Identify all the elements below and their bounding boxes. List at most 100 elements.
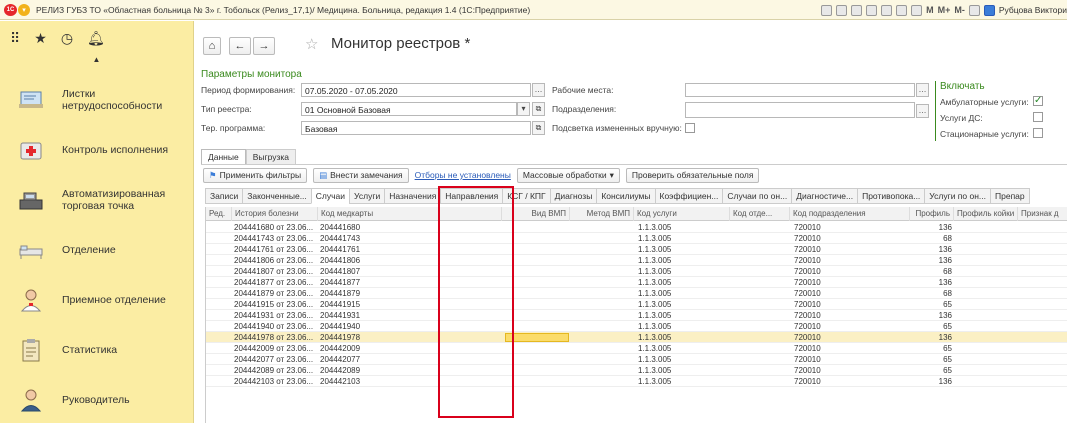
table-row[interactable]: 204441761 от 23.06... 204441761 1.1.3.005 7…: [206, 244, 1067, 255]
sidebar-item-admission[interactable]: Приемное отделение: [0, 275, 194, 325]
col-sign[interactable]: Признак д: [1018, 207, 1067, 221]
subtab-services[interactable]: Услуги: [349, 188, 385, 204]
tab-export[interactable]: Выгрузка: [245, 149, 297, 164]
col-bed-profile[interactable]: Профиль койки: [954, 207, 1018, 221]
subtab-referrals[interactable]: Направления: [440, 188, 503, 204]
sidebar-item-sick-leave[interactable]: Листки нетрудоспособности: [0, 75, 194, 125]
registry-type-field[interactable]: 01 Основной Базовая: [301, 102, 517, 116]
subtab-contraindications[interactable]: Противопока...: [857, 188, 925, 204]
dayhosp-checkbox[interactable]: [1033, 112, 1043, 122]
period-field[interactable]: 07.05.2020 - 07.05.2020: [301, 83, 531, 97]
col-dept-code[interactable]: Код отде...: [730, 207, 790, 221]
filters-link[interactable]: Отборы не установлены: [415, 170, 511, 180]
preview-icon[interactable]: [851, 4, 863, 16]
table-row[interactable]: 204442103 от 23.06... 204442103 1.1.3.005 7…: [206, 376, 1067, 387]
subtab-records[interactable]: Записи: [205, 188, 243, 204]
col-profile[interactable]: Профиль: [910, 207, 954, 221]
col-edit[interactable]: Ред.: [206, 207, 232, 221]
calculator-icon[interactable]: [911, 4, 923, 16]
subtab-onco-cases[interactable]: Случаи по он...: [722, 188, 792, 204]
sidebar-item-manager[interactable]: Руководитель: [0, 375, 194, 423]
memory-minus-button[interactable]: M-: [954, 5, 965, 15]
notifications-bell-icon[interactable]: 🔔︎: [87, 30, 105, 47]
check-fields-button[interactable]: Проверить обязательные поля: [625, 167, 760, 183]
sidebar-item-statistics[interactable]: Статистика: [0, 325, 194, 375]
registry-type-dropdown[interactable]: ▾: [517, 102, 530, 116]
subtab-completed[interactable]: Законченные...: [242, 188, 311, 204]
favorites-star-icon[interactable]: ★: [34, 30, 47, 47]
col-history[interactable]: История болезни: [232, 207, 318, 221]
zoom-icon[interactable]: [968, 4, 980, 16]
inpatient-checkbox[interactable]: [1033, 128, 1043, 138]
table-row[interactable]: 204441978 от 23.06... 204441978 1.1.3.005 7…: [206, 332, 1067, 343]
table-row[interactable]: 204441940 от 23.06... 204441940 1.1.3.005 7…: [206, 321, 1067, 332]
workplaces-select-button[interactable]: …: [916, 83, 929, 97]
user-name[interactable]: Рубцова Виктори: [999, 5, 1067, 15]
cell-card: 204441915: [320, 300, 361, 309]
save-icon[interactable]: [821, 4, 833, 16]
link-icon[interactable]: [866, 4, 878, 16]
subtab-coefficients[interactable]: Коэффициен...: [654, 188, 723, 204]
history-icon[interactable]: [881, 4, 893, 16]
workplaces-field[interactable]: [685, 83, 915, 97]
vmp-selected-cell[interactable]: [505, 333, 569, 342]
subtab-diagnostics[interactable]: Диагностиче...: [791, 188, 858, 204]
subtab-diagnoses[interactable]: Диагнозы: [549, 188, 597, 204]
program-field[interactable]: Базовая: [301, 121, 531, 135]
menu-dropdown-icon[interactable]: ▾: [18, 3, 30, 16]
table-row[interactable]: 204441915 от 23.06... 204441915 1.1.3.005 7…: [206, 299, 1067, 310]
col-division-code[interactable]: Код подразделения: [790, 207, 910, 221]
table-row[interactable]: 204441931 от 23.06... 204441931 1.1.3.005 7…: [206, 310, 1067, 321]
col-card[interactable]: Код медкарты: [318, 207, 502, 221]
memory-button[interactable]: M: [926, 5, 934, 15]
table-row[interactable]: 204441806 от 23.06... 204441806 1.1.3.005 7…: [206, 255, 1067, 266]
subtab-drugs[interactable]: Препар: [990, 188, 1030, 204]
subtab-prescriptions[interactable]: Назначения: [384, 188, 441, 204]
table-row[interactable]: 204442009 от 23.06... 204442009 1.1.3.005 7…: [206, 343, 1067, 354]
apply-filters-button[interactable]: ⚑ Применить фильтры: [203, 167, 308, 183]
mass-processing-button[interactable]: Массовые обработки ▾: [516, 167, 620, 183]
arrow-left-icon: ←: [234, 40, 246, 52]
highlight-checkbox[interactable]: [685, 123, 695, 133]
subtab-onco-services[interactable]: Услуги по он...: [924, 188, 990, 204]
calendar-icon[interactable]: [896, 4, 908, 16]
tab-data[interactable]: Данные: [201, 149, 246, 164]
col-vmp-method[interactable]: Метод ВМП: [570, 207, 634, 221]
sidebar-item-control[interactable]: Контроль исполнения: [0, 125, 194, 175]
table-row[interactable]: 204441877 от 23.06... 204441877 1.1.3.005 7…: [206, 277, 1067, 288]
apply-filters-label: Применить фильтры: [219, 170, 302, 180]
sidebar-item-department[interactable]: Отделение: [0, 225, 194, 275]
back-button[interactable]: ←: [229, 37, 251, 55]
table-header: Ред. История болезни Код медкарты Вид ВМ…: [206, 207, 1067, 221]
col-service-code[interactable]: Код услуги: [634, 207, 730, 221]
forward-button[interactable]: →: [253, 37, 275, 55]
scroll-up-icon[interactable]: ▲: [0, 55, 193, 67]
registry-type-open[interactable]: ⧉: [532, 102, 545, 116]
cell-service-code: 1.1.3.005: [638, 289, 672, 298]
divisions-select-button[interactable]: …: [916, 104, 929, 118]
sidebar-item-trade-point[interactable]: Автоматизированная торговая точка: [0, 175, 194, 225]
window-icon[interactable]: [983, 4, 995, 16]
table-row[interactable]: 204441879 от 23.06... 204441879 1.1.3.005 7…: [206, 288, 1067, 299]
favorite-star-icon[interactable]: ☆: [305, 35, 318, 53]
table-row[interactable]: 204442077 от 23.06... 204442077 1.1.3.005 7…: [206, 354, 1067, 365]
print-icon[interactable]: [836, 4, 848, 16]
subtab-cases[interactable]: Случаи: [310, 188, 350, 204]
add-notes-button[interactable]: ▤ Внести замечания: [313, 167, 409, 183]
subtab-consiliums[interactable]: Консилиумы: [596, 188, 655, 204]
table-row[interactable]: 204441680 от 23.06... 204441680 1.1.3.005 7…: [206, 222, 1067, 233]
outpatient-checkbox[interactable]: ✓: [1033, 96, 1043, 106]
history-icon[interactable]: ◷: [61, 30, 73, 47]
table-row[interactable]: 204441743 от 23.06... 204441743 1.1.3.005 7…: [206, 233, 1067, 244]
table-row[interactable]: 204441807 от 23.06... 204441807 1.1.3.005 7…: [206, 266, 1067, 277]
subtab-ksg[interactable]: КСГ / КПГ: [502, 188, 550, 204]
divisions-field[interactable]: [685, 102, 915, 118]
home-button[interactable]: ⌂: [203, 37, 221, 55]
period-select-button[interactable]: …: [532, 83, 545, 97]
app-logo[interactable]: 1С ▾: [4, 3, 30, 17]
memory-plus-button[interactable]: M+: [938, 5, 951, 15]
table-row[interactable]: 204442089 от 23.06... 204442089 1.1.3.005 7…: [206, 365, 1067, 376]
col-vmp-type[interactable]: Вид ВМП: [502, 207, 570, 221]
program-open[interactable]: ⧉: [532, 121, 545, 135]
grid-menu-icon[interactable]: ⠿: [10, 30, 20, 47]
